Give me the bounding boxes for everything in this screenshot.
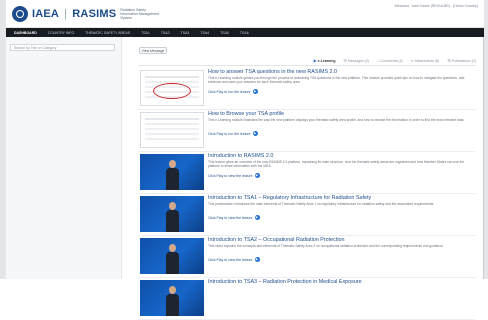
play-circle-icon: ▶ — [313, 58, 317, 63]
user-info[interactable]: Welcome, Juan Carlos (REGULBR) - (Demo C… — [395, 4, 478, 8]
app-header: IAEA | RASIMS Radiation Safety Informati… — [6, 0, 484, 28]
tab-label: Publications (2) — [451, 58, 476, 63]
tab-comments[interactable]: □ Comments (4) — [377, 58, 403, 63]
lecture-description: This presentation introduces the main el… — [208, 202, 435, 206]
nav-item-country-info[interactable]: Country Info — [48, 31, 75, 35]
logo-brand: RASIMS — [72, 8, 117, 20]
play-icon[interactable]: ▶ — [254, 257, 260, 262]
lecture-thumbnail[interactable] — [140, 154, 204, 190]
play-link-label: Click Play to run the lecture — [208, 89, 251, 94]
nav-item-tsa5[interactable]: TSA5 — [220, 31, 229, 35]
tab-label: Comments (4) — [380, 58, 403, 63]
comment-icon: □ — [377, 58, 380, 63]
lecture-title[interactable]: Introduction to RASIMS 2.0 — [208, 153, 476, 159]
play-link-label: Click Play to view the lecture — [208, 215, 253, 220]
play-icon[interactable]: ▶ — [254, 215, 260, 220]
list-item: How to Browse your TSA profile This e-Le… — [138, 110, 476, 152]
lecture-title[interactable]: Introduction to TSA1 – Regulatory Infras… — [208, 195, 476, 201]
iaea-logo-icon — [12, 6, 28, 22]
lecture-play-link[interactable]: Click Play to run the lecture ▶ — [208, 131, 258, 136]
main-content: View Message ▶ e-Learning ✉ Messages (2) □… — [122, 37, 484, 320]
play-icon[interactable]: ▶ — [254, 173, 260, 178]
highlight-oval — [153, 83, 191, 99]
main-nav: Dashboard Country Info Thematic Safety A… — [6, 28, 484, 37]
lecture-play-link[interactable]: Click Play to view the lecture ▶ — [208, 173, 260, 178]
lecture-title[interactable]: How to answer TSA questions in the new R… — [208, 69, 476, 75]
lecture-description: This e-Learning module guides you throug… — [208, 76, 465, 84]
logo-text: IAEA | RASIMS — [32, 8, 116, 20]
tab-attachments[interactable]: ∞ Attachments (6) — [411, 58, 440, 63]
lecture-description: This e-Learning module illustrates the w… — [208, 118, 465, 122]
nav-item-dashboard[interactable]: Dashboard — [14, 31, 37, 35]
lecture-play-link[interactable]: Click Play to view the lecture ▶ — [208, 257, 260, 262]
nav-item-tsa4[interactable]: TSA4 — [200, 31, 209, 35]
content-tabs: ▶ e-Learning ✉ Messages (2) □ Comments (4) … — [306, 58, 476, 63]
lecture-play-link[interactable]: Click Play to run the lecture ▶ — [208, 89, 258, 94]
lecture-title[interactable]: Introduction to TSA3 – Radiation Protect… — [208, 279, 476, 285]
tab-label: e-Learning — [317, 58, 336, 63]
list-item: Introduction to TSA3 – Radiation Protect… — [138, 278, 476, 320]
tab-elearning[interactable]: ▶ e-Learning — [314, 58, 336, 63]
lecture-title[interactable]: How to Browse your TSA profile — [208, 111, 476, 117]
paperclip-icon: ∞ — [410, 58, 414, 63]
elearning-list: How to answer TSA questions in the new R… — [138, 68, 476, 320]
tab-label: Messages (2) — [347, 58, 370, 63]
nav-item-tsa1[interactable]: TSA1 — [141, 31, 150, 35]
tab-label: Attachments (6) — [414, 58, 440, 63]
lecture-title[interactable]: Introduction to TSA2 – Occupational Radi… — [208, 237, 476, 243]
lecture-thumbnail[interactable] — [140, 196, 204, 232]
nav-item-thematic-safety-areas[interactable]: Thematic Safety Areas — [85, 31, 130, 35]
lecture-thumbnail[interactable] — [140, 238, 204, 274]
nav-item-tsa2[interactable]: TSA2 — [161, 31, 170, 35]
lecture-description: This lecture gives an overview of the ne… — [208, 160, 465, 168]
book-icon: ☰ — [447, 58, 451, 63]
play-link-label: Click Play to run the lecture — [208, 131, 251, 136]
list-item: How to answer TSA questions in the new R… — [138, 68, 476, 110]
list-item: Introduction to TSA2 – Occupational Radi… — [138, 236, 476, 278]
presenter-figure — [166, 244, 179, 274]
logo-main: IAEA — [32, 8, 59, 20]
play-link-label: Click Play to view the lecture — [208, 173, 253, 178]
lecture-description: This video explains the concepts and ele… — [208, 244, 444, 248]
presenter-figure — [166, 202, 179, 232]
nav-item-tsa3[interactable]: TSA3 — [181, 31, 190, 35]
list-item: Introduction to RASIMS 2.0 This lecture … — [138, 152, 476, 194]
list-item: Introduction to TSA1 – Regulatory Infras… — [138, 194, 476, 236]
lecture-thumbnail[interactable] — [140, 112, 204, 148]
logo-separator: | — [63, 8, 68, 20]
lecture-thumbnail[interactable] — [140, 280, 204, 316]
play-link-label: Click Play to view the lecture — [208, 257, 253, 262]
play-icon[interactable]: ▶ — [252, 131, 258, 136]
play-icon[interactable]: ▶ — [252, 89, 258, 94]
envelope-icon: ✉ — [343, 58, 347, 63]
iaea-rasims-logo[interactable]: IAEA | RASIMS Radiation Safety Informati… — [12, 6, 162, 22]
tab-publications[interactable]: ☰ Publications (2) — [447, 58, 476, 63]
tabs-divider — [138, 65, 476, 66]
view-message-button[interactable]: View Message — [139, 47, 167, 54]
tab-messages[interactable]: ✉ Messages (2) — [344, 58, 370, 63]
presenter-figure — [166, 286, 179, 316]
lecture-thumbnail[interactable] — [140, 70, 204, 106]
sidebar-search-input[interactable]: Search by Title or Category — [10, 44, 115, 51]
logo-subtitle: Radiation Safety Information Management … — [120, 8, 160, 20]
presenter-figure — [166, 160, 179, 190]
nav-item-tsa6[interactable]: TSA6 — [240, 31, 249, 35]
sidebar: Search by Title or Category — [6, 37, 122, 279]
lecture-play-link[interactable]: Click Play to view the lecture ▶ — [208, 215, 260, 220]
